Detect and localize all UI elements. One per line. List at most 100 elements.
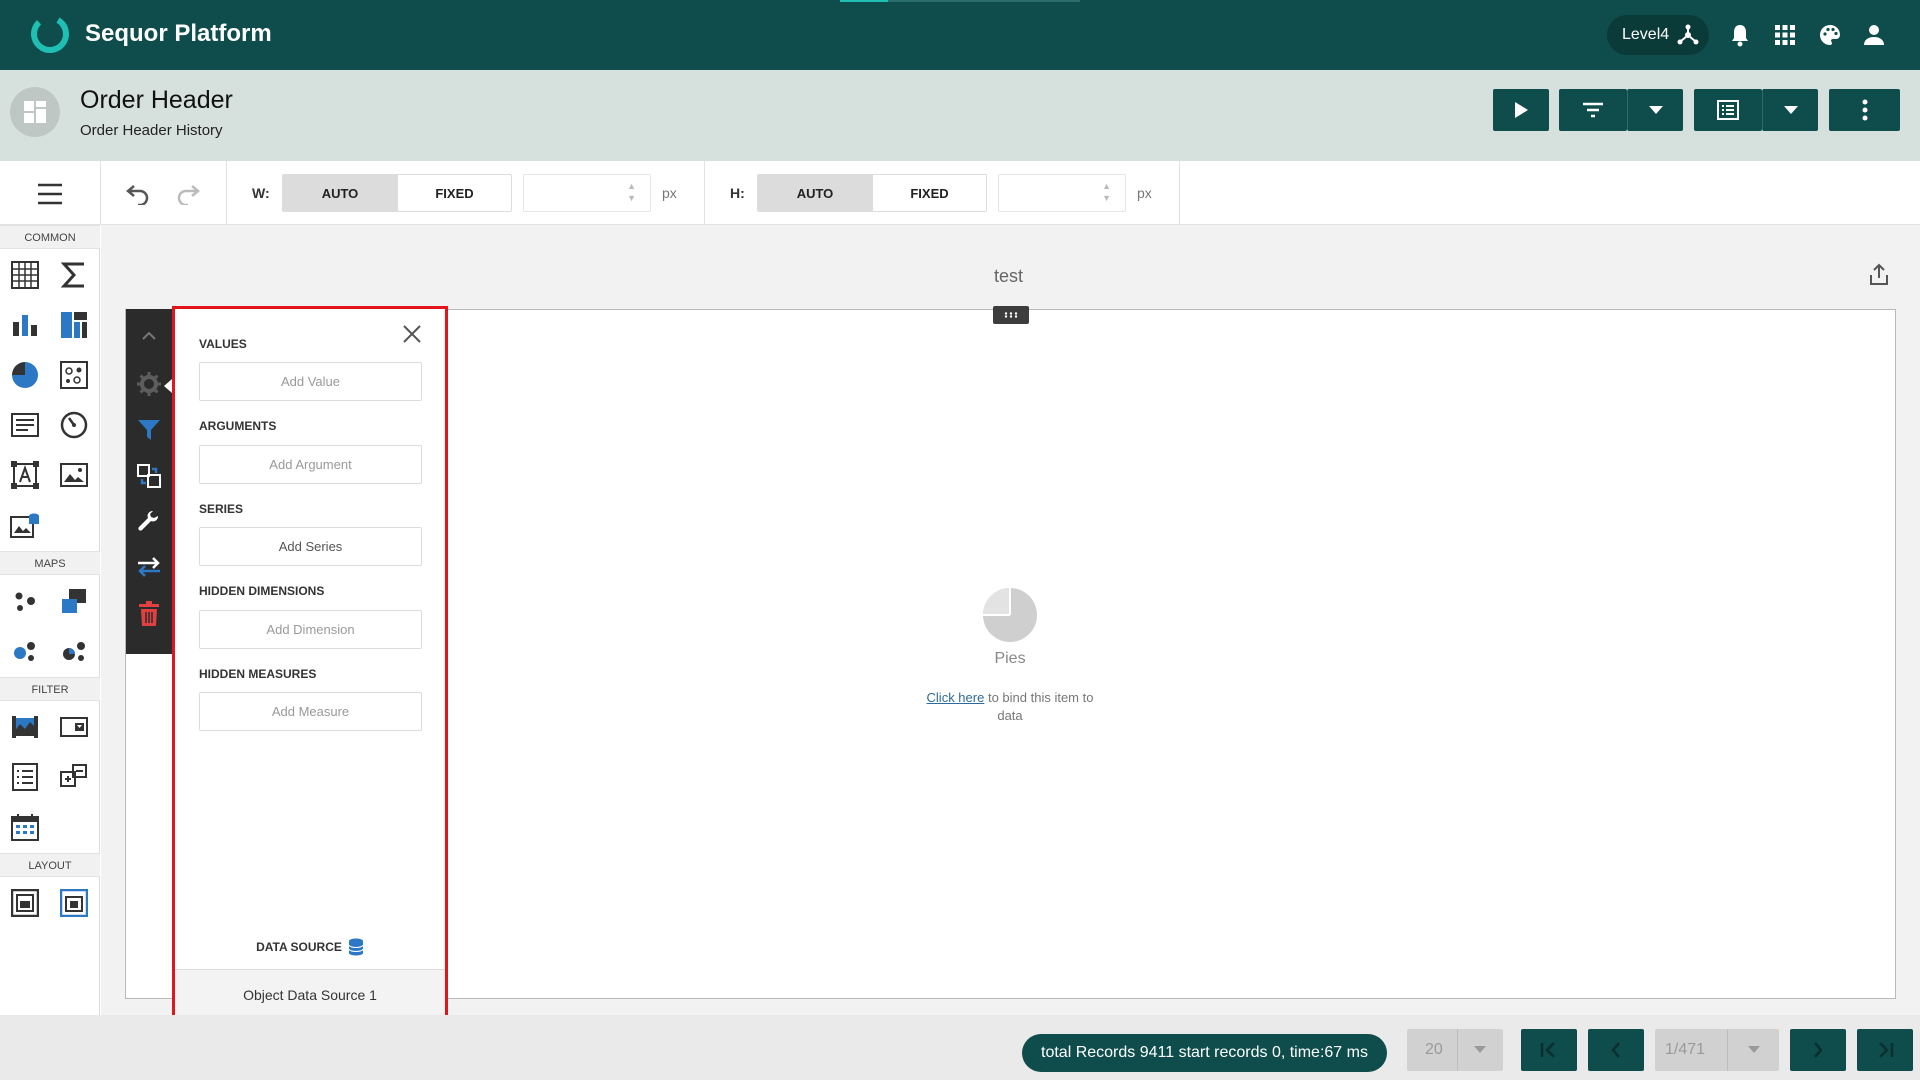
play-icon bbox=[1515, 102, 1528, 118]
height-unit: px bbox=[1137, 185, 1152, 201]
redo-icon[interactable] bbox=[175, 181, 201, 205]
width-fixed-button[interactable]: FIXED bbox=[397, 175, 511, 211]
chevron-right-icon bbox=[1814, 1042, 1823, 1058]
geo-point-map-icon[interactable] bbox=[9, 585, 41, 617]
height-input[interactable]: ▲ ▼ bbox=[998, 174, 1126, 212]
page-indicator: 1/471 bbox=[1665, 1041, 1706, 1058]
combo-box-icon[interactable] bbox=[58, 711, 90, 743]
pie-chart-icon[interactable] bbox=[9, 359, 41, 391]
section-layout: LAYOUT bbox=[0, 853, 100, 877]
height-auto-button[interactable]: AUTO bbox=[758, 175, 872, 211]
chevron-down-icon bbox=[1648, 106, 1663, 114]
convert-arrows-icon[interactable] bbox=[134, 552, 164, 582]
add-measure-button[interactable]: Add Measure bbox=[199, 692, 422, 731]
list-box-icon[interactable] bbox=[9, 761, 41, 793]
data-bindings-panel: VALUES Add Value ARGUMENTS Add Argument … bbox=[172, 306, 448, 1023]
width-spinner-icon[interactable]: ▲ ▼ bbox=[627, 180, 636, 204]
image-icon[interactable] bbox=[58, 459, 90, 491]
more-options-button[interactable] bbox=[1829, 89, 1900, 131]
gear-icon[interactable] bbox=[134, 369, 164, 399]
card-sigma-icon[interactable] bbox=[58, 259, 90, 291]
page-size-select[interactable]: 20 bbox=[1407, 1029, 1503, 1071]
scatter-chart-icon[interactable] bbox=[58, 359, 90, 391]
page-number-select[interactable]: 1/471 bbox=[1655, 1029, 1779, 1071]
first-page-button[interactable] bbox=[1521, 1029, 1577, 1071]
data-source-selector[interactable]: Object Data Source 1 bbox=[175, 969, 445, 1020]
bind-link[interactable]: Click here bbox=[927, 690, 985, 705]
app-title: Sequor Platform bbox=[85, 20, 272, 47]
data-source-header: DATA SOURCE bbox=[175, 938, 445, 956]
page-size-value: 20 bbox=[1425, 1041, 1443, 1058]
drag-handle-icon[interactable] bbox=[993, 306, 1029, 324]
filter-dropdown-button[interactable] bbox=[1627, 89, 1683, 131]
hierarchy-icon bbox=[1677, 24, 1699, 45]
treemap-icon[interactable] bbox=[58, 309, 90, 341]
undo-icon[interactable] bbox=[125, 181, 151, 205]
add-series-button[interactable]: Add Series bbox=[199, 527, 422, 566]
data-source-label: DATA SOURCE bbox=[256, 940, 342, 954]
active-pointer-icon bbox=[164, 379, 172, 393]
arguments-section-label: ARGUMENTS bbox=[199, 419, 277, 433]
bound-image-icon[interactable] bbox=[9, 459, 41, 491]
palette-icon[interactable] bbox=[1815, 20, 1845, 50]
level-selector[interactable]: Level4 bbox=[1607, 15, 1709, 55]
bind-hint-text: to bind this item to data bbox=[987, 690, 1094, 723]
date-filter-icon[interactable] bbox=[9, 811, 41, 843]
hamburger-menu-icon[interactable] bbox=[30, 179, 70, 209]
width-auto-button[interactable]: AUTO bbox=[283, 175, 397, 211]
interactivity-icon[interactable] bbox=[134, 461, 164, 491]
width-mode-toggle: AUTO FIXED bbox=[282, 174, 512, 212]
width-unit: px bbox=[662, 185, 677, 201]
tab-container-icon[interactable] bbox=[58, 887, 90, 919]
bound-image-data-icon[interactable] bbox=[9, 509, 41, 541]
section-filter: FILTER bbox=[0, 677, 100, 701]
text-box-icon[interactable] bbox=[9, 409, 41, 441]
list-view-icon bbox=[1717, 100, 1739, 120]
group-icon[interactable] bbox=[9, 887, 41, 919]
filter-button[interactable] bbox=[1559, 89, 1627, 131]
height-label: H: bbox=[730, 185, 745, 201]
height-spinner-icon[interactable]: ▲ ▼ bbox=[1102, 180, 1111, 204]
page-header: Order Header Order Header History bbox=[0, 70, 1920, 161]
item-toolbox: COMMON MAPS FILTER LAYOUT bbox=[0, 225, 100, 1015]
add-dimension-button[interactable]: Add Dimension bbox=[199, 610, 422, 649]
view-dropdown-button[interactable] bbox=[1762, 89, 1818, 131]
grid-icon[interactable] bbox=[9, 259, 41, 291]
add-argument-button[interactable]: Add Argument bbox=[199, 445, 422, 484]
wrench-icon[interactable] bbox=[134, 507, 164, 537]
height-fixed-button[interactable]: FIXED bbox=[872, 175, 986, 211]
last-page-button[interactable] bbox=[1857, 1029, 1913, 1071]
database-icon[interactable] bbox=[348, 938, 364, 956]
tree-view-icon[interactable] bbox=[58, 761, 90, 793]
choropleth-map-icon[interactable] bbox=[58, 585, 90, 617]
chevron-down-icon bbox=[1474, 1046, 1486, 1053]
chevron-down-icon bbox=[1748, 1046, 1760, 1053]
records-status: total Records 9411 start records 0, time… bbox=[1022, 1034, 1387, 1072]
values-section-label: VALUES bbox=[199, 337, 247, 351]
next-page-button[interactable] bbox=[1790, 1029, 1846, 1071]
gauge-icon[interactable] bbox=[58, 409, 90, 441]
bell-icon[interactable] bbox=[1725, 20, 1755, 50]
add-value-button[interactable]: Add Value bbox=[199, 362, 422, 401]
chevron-down-icon bbox=[1783, 106, 1798, 114]
dashboard-title[interactable]: test bbox=[994, 266, 1023, 287]
range-filter-icon[interactable] bbox=[9, 711, 41, 743]
pie-placeholder-icon bbox=[983, 588, 1037, 642]
width-input[interactable]: ▲ ▼ bbox=[523, 174, 651, 212]
run-button[interactable] bbox=[1493, 89, 1549, 131]
list-view-button[interactable] bbox=[1694, 89, 1762, 131]
collapse-up-icon[interactable] bbox=[134, 320, 164, 350]
previous-page-button[interactable] bbox=[1588, 1029, 1644, 1071]
filter-icon[interactable] bbox=[134, 415, 164, 445]
export-icon[interactable] bbox=[1867, 263, 1891, 287]
trash-icon[interactable] bbox=[134, 599, 164, 629]
first-page-icon bbox=[1540, 1042, 1555, 1058]
last-page-icon bbox=[1879, 1042, 1894, 1058]
user-icon[interactable] bbox=[1859, 20, 1889, 50]
hidden-dimensions-label: HIDDEN DIMENSIONS bbox=[199, 584, 325, 598]
apps-grid-icon[interactable] bbox=[1770, 20, 1800, 50]
bar-chart-icon[interactable] bbox=[9, 309, 41, 341]
filter-lines-icon bbox=[1583, 102, 1603, 118]
close-icon[interactable] bbox=[401, 323, 423, 345]
item-action-bar bbox=[126, 309, 172, 654]
